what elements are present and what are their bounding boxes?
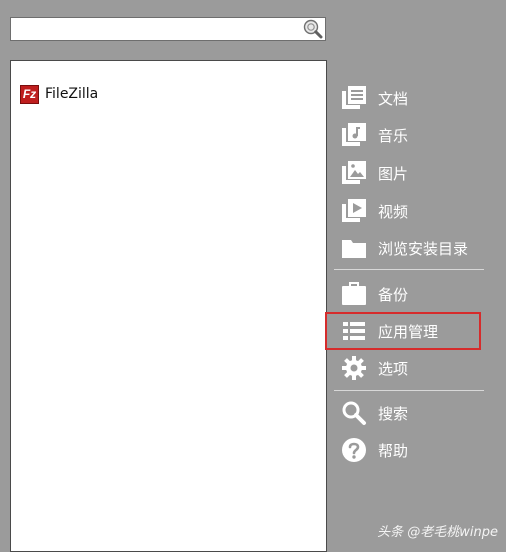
menu-item-music[interactable]: 音乐	[340, 120, 490, 150]
menu-item-documents[interactable]: 文档	[340, 83, 490, 113]
search-icon[interactable]	[303, 19, 323, 39]
list-icon	[340, 317, 368, 345]
menu-item-browse-install-dir[interactable]: 浏览安装目录	[340, 233, 490, 263]
menu-label-music: 音乐	[378, 126, 409, 145]
menu-label-documents: 文档	[378, 89, 409, 108]
menu-item-options[interactable]: 选项	[340, 353, 490, 383]
filezilla-logo-icon: Fz	[20, 84, 39, 104]
search-icon	[340, 399, 368, 427]
picture-icon	[340, 159, 368, 187]
watermark: 头条 @老毛桃winpe	[377, 525, 498, 540]
menu-divider	[334, 390, 484, 391]
menu-divider	[334, 269, 484, 270]
menu-label-options: 选项	[378, 359, 409, 378]
gear-icon	[340, 354, 368, 382]
menu-label-browse-install-dir: 浏览安装目录	[378, 239, 469, 258]
app-item-filezilla[interactable]: Fz FileZilla	[20, 84, 98, 104]
app-list-panel: Fz FileZilla	[10, 60, 327, 552]
music-icon	[340, 121, 368, 149]
menu-label-pictures: 图片	[378, 164, 409, 183]
menu-label-backup: 备份	[378, 285, 409, 304]
menu-item-videos[interactable]: 视频	[340, 196, 490, 226]
menu-item-app-manage[interactable]: 应用管理	[340, 316, 490, 346]
menu-item-backup[interactable]: 备份	[340, 279, 490, 309]
menu-item-pictures[interactable]: 图片	[340, 158, 490, 188]
menu-label-videos: 视频	[378, 202, 409, 221]
app-name: FileZilla	[45, 86, 99, 102]
folder-icon	[340, 234, 368, 262]
briefcase-icon	[340, 280, 368, 308]
video-icon	[340, 197, 368, 225]
help-icon	[340, 436, 368, 464]
menu-label-help: 帮助	[378, 441, 409, 460]
menu-item-search[interactable]: 搜索	[340, 398, 490, 428]
menu-label-app-manage: 应用管理	[378, 322, 439, 341]
document-icon	[340, 84, 368, 112]
menu-label-search: 搜索	[378, 404, 409, 423]
menu-item-help[interactable]: 帮助	[340, 435, 490, 465]
search-input[interactable]	[15, 19, 299, 41]
search-box[interactable]	[10, 17, 326, 41]
